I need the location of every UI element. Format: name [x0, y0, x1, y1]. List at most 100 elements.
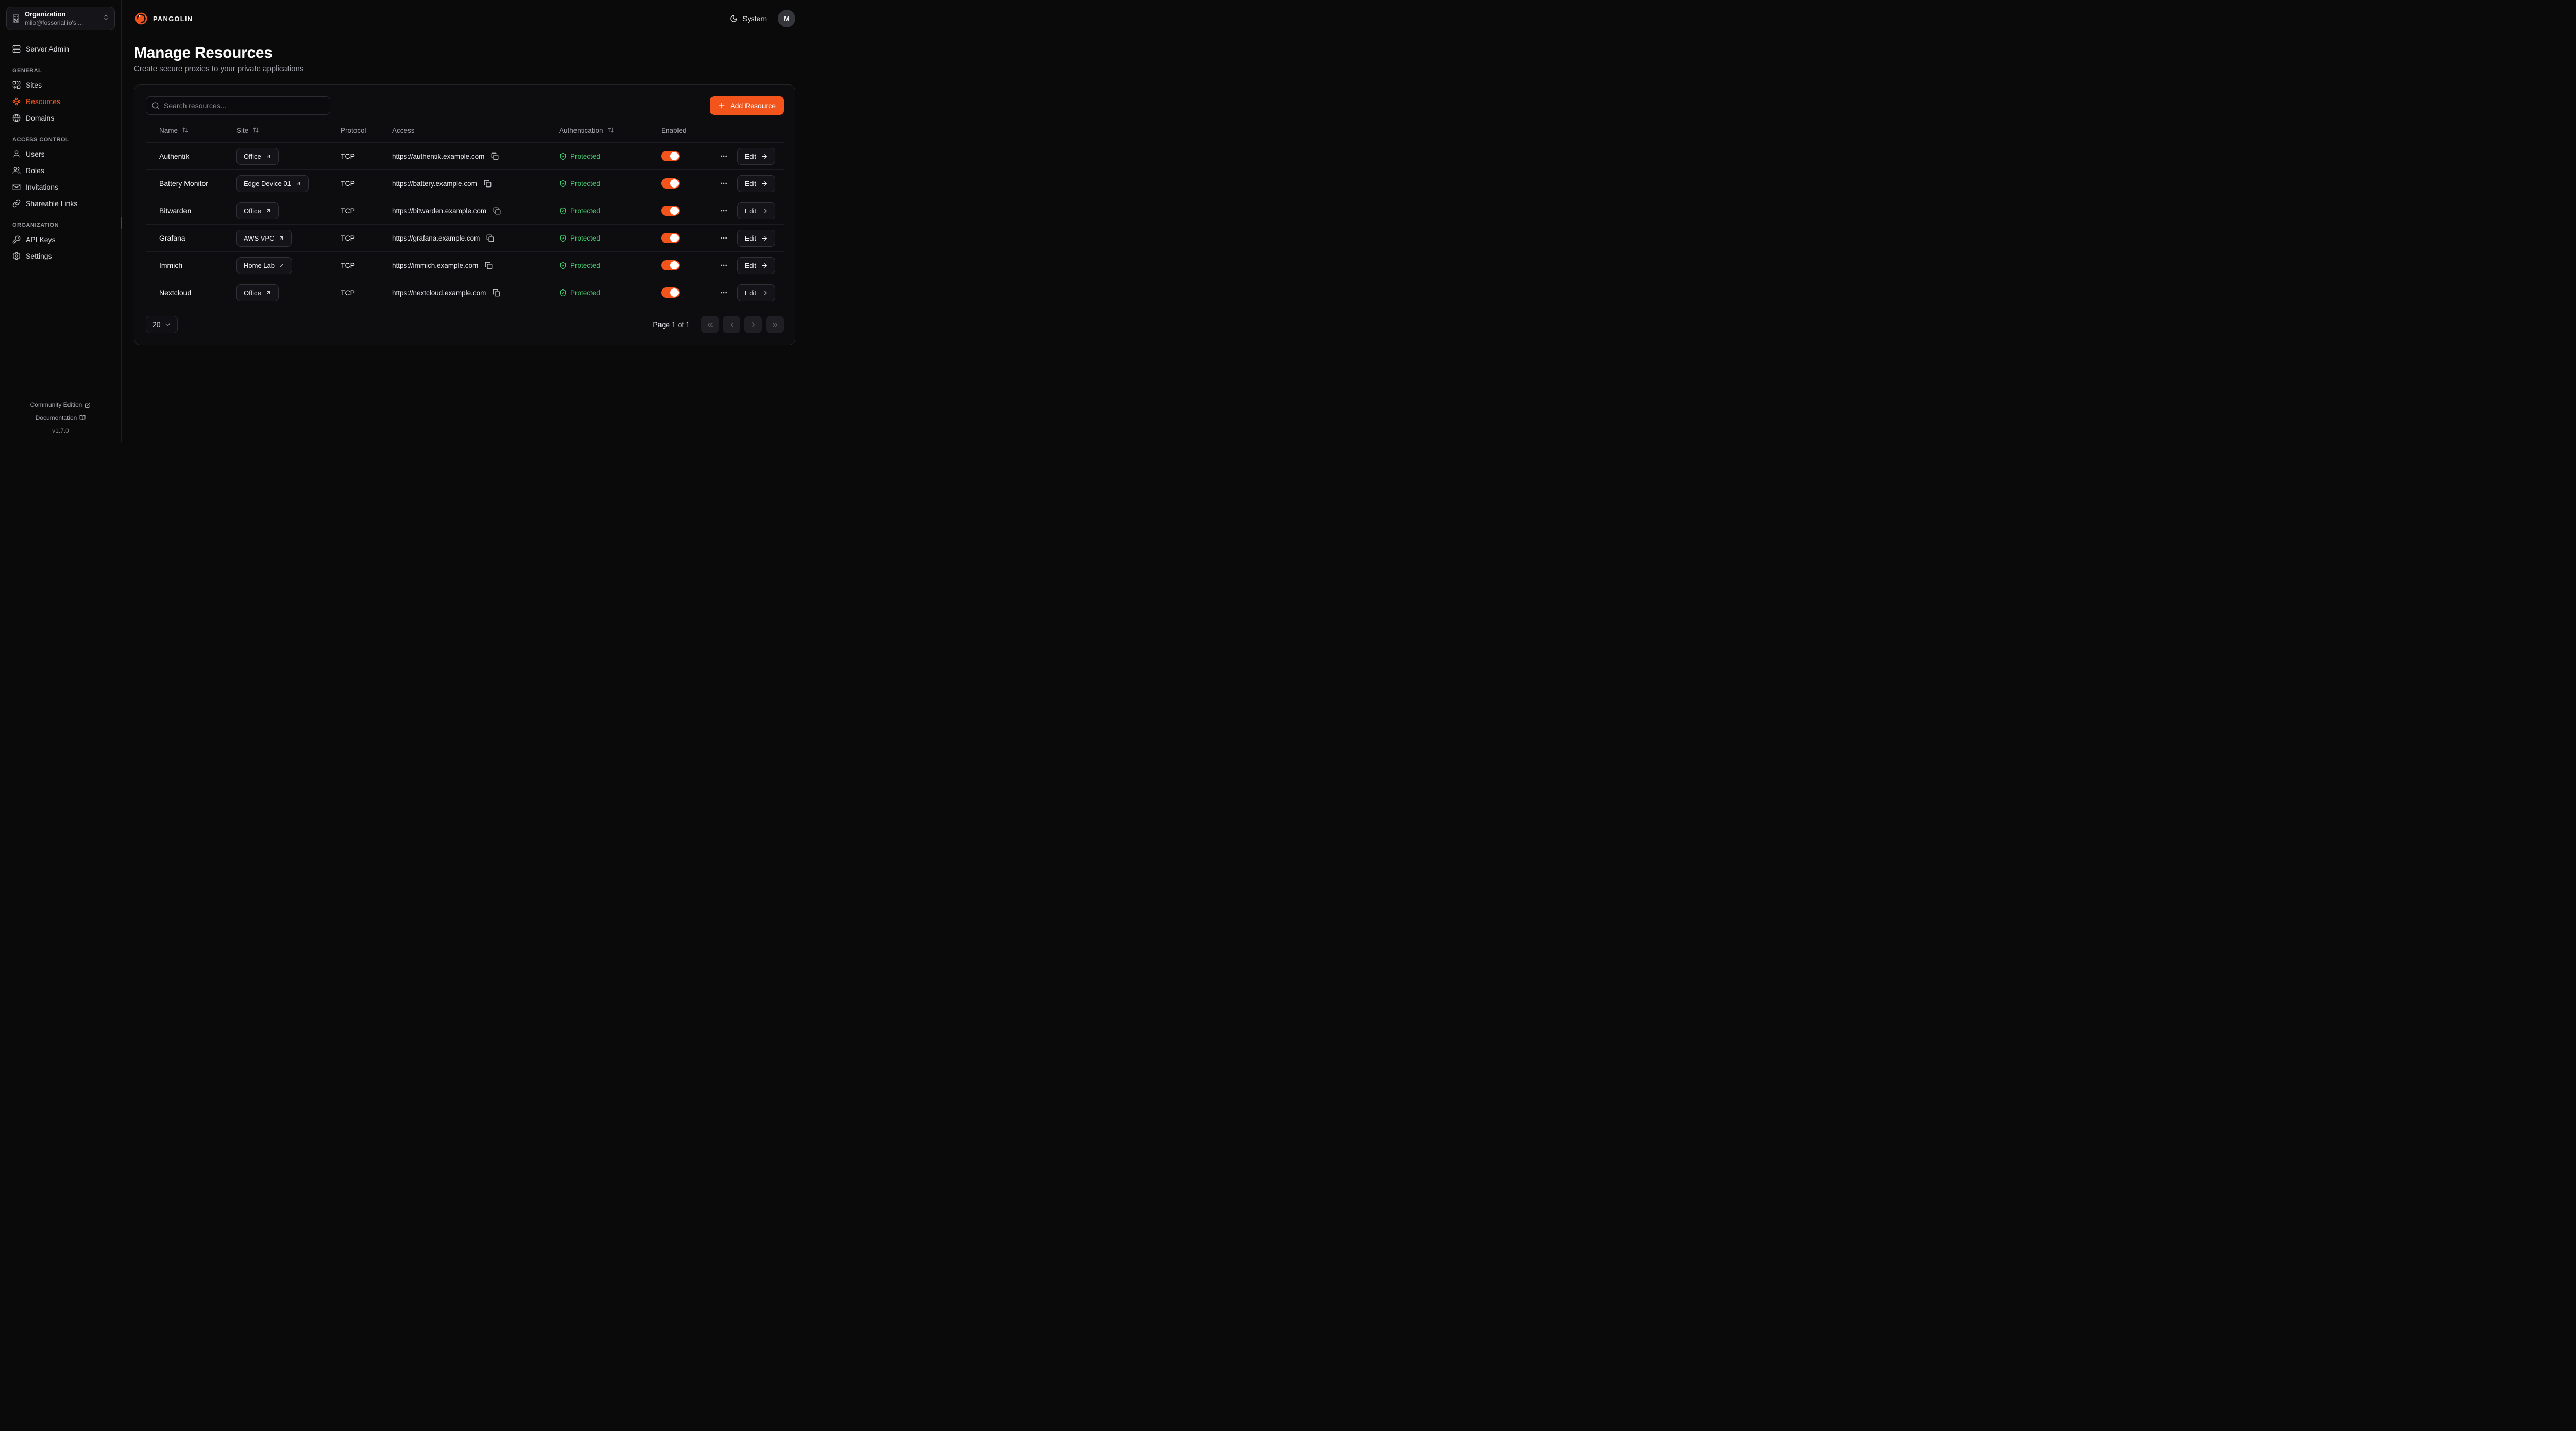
column-access: Access — [392, 127, 415, 134]
sidebar: Organization milo@fossorial.io's ... Ser… — [0, 0, 122, 442]
site-link-button[interactable]: Office — [236, 284, 279, 301]
version-label: v1.7.0 — [4, 424, 117, 436]
copy-button[interactable] — [483, 179, 493, 189]
edit-button[interactable]: Edit — [737, 230, 775, 247]
column-protocol: Protocol — [341, 127, 366, 134]
pagination: Page 1 of 1 — [653, 316, 784, 333]
sidebar-resize-handle[interactable] — [121, 217, 122, 229]
table-row: Nextcloud Office TCP https://nextcloud.e… — [146, 279, 784, 306]
more-button[interactable] — [719, 151, 729, 161]
column-authentication: Authentication — [559, 127, 603, 134]
sidebar-item-users[interactable]: Users — [0, 146, 121, 162]
edit-label: Edit — [745, 289, 756, 297]
shield-check-icon — [559, 207, 567, 215]
edit-button[interactable]: Edit — [737, 257, 775, 274]
auth-status-label: Protected — [570, 262, 600, 269]
more-button[interactable] — [719, 233, 729, 243]
sidebar-item-api-keys[interactable]: API Keys — [0, 231, 121, 248]
copy-button[interactable] — [492, 288, 501, 298]
enabled-toggle[interactable] — [661, 206, 680, 216]
sidebar-item-label: Roles — [26, 166, 44, 175]
site-link-button[interactable]: Home Lab — [236, 257, 292, 274]
page-indicator: Page 1 of 1 — [653, 320, 690, 329]
site-name: Office — [244, 207, 261, 215]
resource-name: Nextcloud — [151, 288, 228, 297]
chevron-down-icon — [164, 321, 171, 328]
enabled-toggle[interactable] — [661, 178, 680, 189]
sidebar-item-domains[interactable]: Domains — [0, 110, 121, 126]
sidebar-item-resources[interactable]: Resources — [0, 93, 121, 110]
enabled-toggle[interactable] — [661, 287, 680, 298]
more-button[interactable] — [719, 206, 729, 216]
sort-icon[interactable] — [182, 127, 189, 135]
more-button[interactable] — [719, 178, 729, 189]
page-size-select[interactable]: 20 — [146, 316, 178, 333]
enabled-toggle[interactable] — [661, 260, 680, 270]
site-link-button[interactable]: Edge Device 01 — [236, 175, 309, 192]
column-enabled: Enabled — [661, 127, 687, 134]
sort-icon[interactable] — [607, 127, 614, 135]
auth-status-label: Protected — [570, 152, 600, 160]
copy-button[interactable] — [492, 206, 502, 216]
edit-button[interactable]: Edit — [737, 202, 775, 219]
enabled-toggle[interactable] — [661, 233, 680, 243]
more-button[interactable] — [719, 287, 729, 298]
sidebar-item-label: Users — [26, 150, 45, 158]
sidebar-item-shareable-links[interactable]: Shareable Links — [0, 195, 121, 212]
previous-page-button[interactable] — [723, 316, 740, 333]
access-url: https://nextcloud.example.com — [392, 289, 486, 297]
search-icon — [151, 101, 160, 112]
page-title: Manage Resources — [134, 44, 795, 62]
protocol: TCP — [332, 207, 384, 215]
mail-icon — [12, 183, 21, 191]
enabled-toggle[interactable] — [661, 151, 680, 161]
auth-status-label: Protected — [570, 180, 600, 188]
resource-name: Battery Monitor — [151, 179, 228, 188]
sidebar-item-sites[interactable]: Sites — [0, 77, 121, 93]
documentation-link[interactable]: Documentation — [36, 412, 86, 424]
column-name: Name — [159, 127, 178, 134]
auth-status-badge: Protected — [551, 207, 653, 215]
arrow-up-right-icon — [279, 262, 285, 268]
edit-button[interactable]: Edit — [737, 148, 775, 165]
site-link-button[interactable]: AWS VPC — [236, 230, 292, 247]
arrow-right-icon — [761, 208, 768, 214]
site-link-button[interactable]: Office — [236, 202, 279, 219]
access-url: https://grafana.example.com — [392, 234, 480, 242]
sidebar-item-invitations[interactable]: Invitations — [0, 179, 121, 195]
auth-status-label: Protected — [570, 234, 600, 242]
sidebar-item-settings[interactable]: Settings — [0, 248, 121, 264]
community-edition-link[interactable]: Community Edition — [30, 399, 91, 412]
shield-check-icon — [559, 289, 567, 297]
sort-icon[interactable] — [252, 127, 259, 135]
edit-button[interactable]: Edit — [737, 284, 775, 301]
resources-card: Add Resource Name Site Protocol Access A… — [134, 84, 795, 345]
avatar[interactable]: M — [778, 10, 795, 27]
site-name: AWS VPC — [244, 234, 274, 242]
key-icon — [12, 235, 21, 244]
globe-icon — [12, 114, 21, 122]
auth-status-label: Protected — [570, 289, 600, 297]
sidebar-item-label: Sites — [26, 81, 42, 89]
search-input[interactable] — [146, 96, 330, 115]
table-row: Battery Monitor Edge Device 01 TCP https… — [146, 170, 784, 197]
sidebar-item-server-admin[interactable]: Server Admin — [0, 41, 121, 57]
site-link-button[interactable]: Office — [236, 148, 279, 165]
building-icon — [12, 14, 20, 23]
copy-button[interactable] — [490, 151, 500, 161]
copy-button[interactable] — [484, 261, 494, 270]
last-page-button[interactable] — [766, 316, 784, 333]
auth-status-label: Protected — [570, 207, 600, 215]
next-page-button[interactable] — [744, 316, 762, 333]
add-resource-button[interactable]: Add Resource — [710, 96, 784, 115]
edit-button[interactable]: Edit — [737, 175, 775, 192]
org-selector[interactable]: Organization milo@fossorial.io's ... — [6, 7, 115, 30]
theme-toggle-button[interactable]: System — [730, 14, 767, 23]
protocol: TCP — [332, 288, 384, 297]
more-button[interactable] — [719, 260, 729, 270]
table-row: Bitwarden Office TCP https://bitwarden.e… — [146, 197, 784, 225]
copy-button[interactable] — [485, 233, 495, 243]
sidebar-item-roles[interactable]: Roles — [0, 162, 121, 179]
user-icon — [12, 150, 21, 158]
first-page-button[interactable] — [701, 316, 719, 333]
